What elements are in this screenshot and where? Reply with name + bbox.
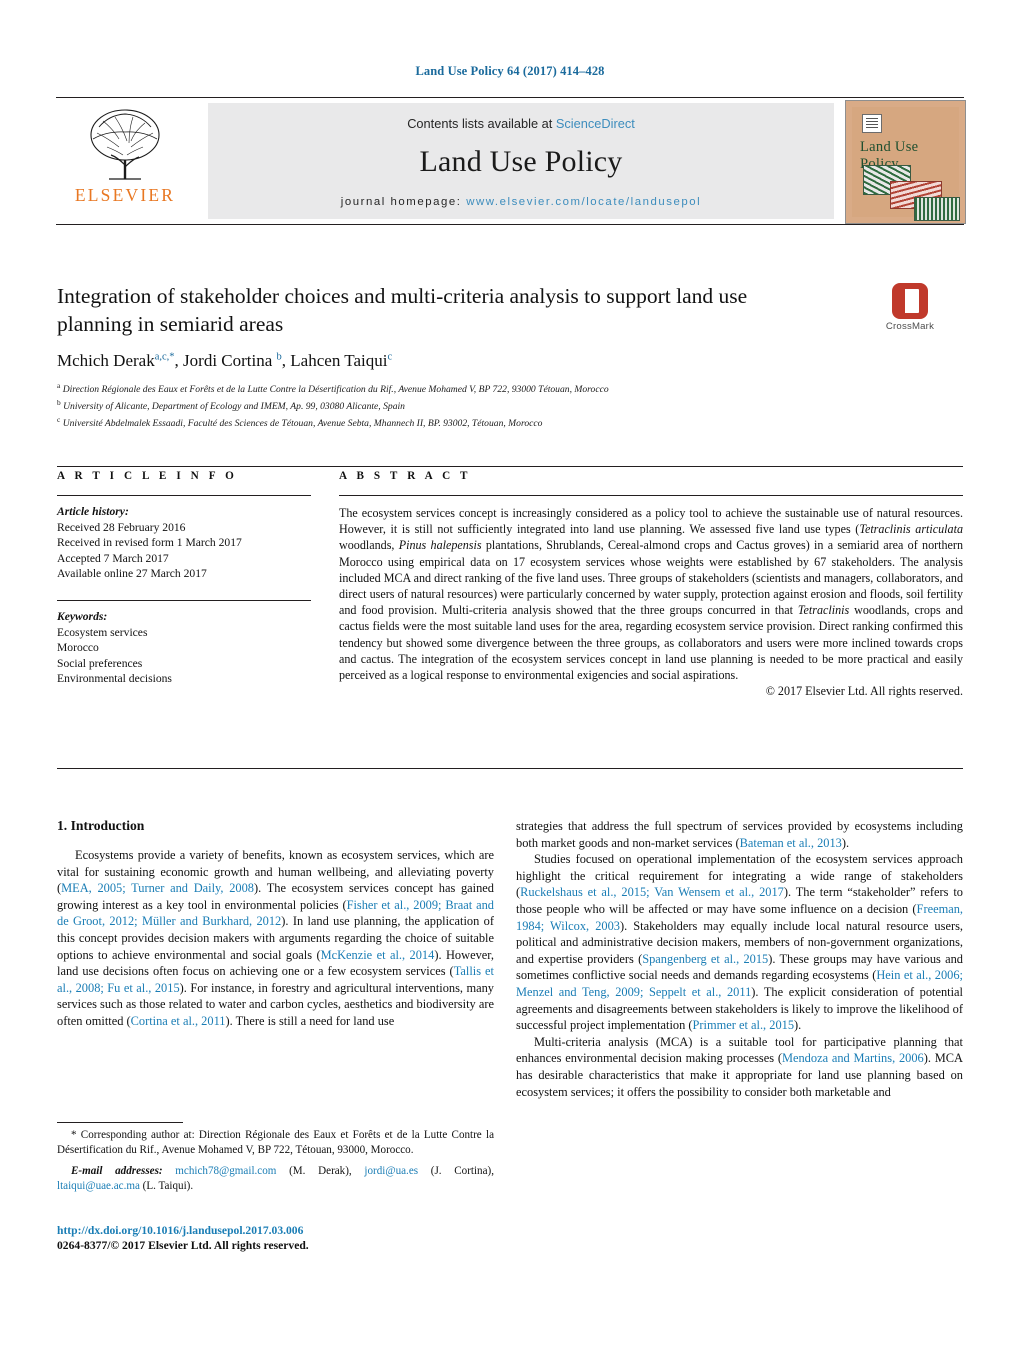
affiliation-text-b: University of Alicante, Department of Ec… — [63, 401, 405, 413]
keyword-3: Environmental decisions — [57, 672, 172, 686]
email-addresses-label: E-mail addresses: — [71, 1165, 163, 1178]
corresponding-author-note: * Corresponding author at: Direction Rég… — [57, 1129, 494, 1156]
keywords-label: Keywords: — [57, 609, 108, 623]
intro-paragraph-1: Ecosystems provide a variety of benefits… — [57, 848, 495, 1028]
abstract-text: The ecosystem services concept is increa… — [339, 506, 964, 683]
elsevier-wordmark: ELSEVIER — [74, 185, 176, 205]
affiliation-list: a Direction Régionale des Eaux et Forêts… — [57, 380, 757, 431]
keyword-1: Morocco — [57, 641, 99, 655]
doi-footer: http://dx.doi.org/10.1016/j.landusepol.2… — [57, 1223, 494, 1253]
keywords-block: Keywords: Ecosystem services Morocco Soc… — [57, 609, 311, 687]
keyword-0: Ecosystem services — [57, 625, 148, 639]
keywords-rule — [57, 599, 311, 601]
elsevier-tree-icon — [90, 109, 160, 180]
crossmark-badge-group[interactable]: CrossMark — [872, 283, 948, 341]
info-top-rule — [57, 466, 963, 467]
abstract-rule — [339, 495, 963, 496]
cover-photo-landscape — [914, 197, 960, 221]
affiliation-c: c Université Abdelmalek Essaadi, Faculté… — [57, 414, 757, 431]
email-addresses-note: E-mail addresses: mchich78@gmail.com (M.… — [57, 1164, 494, 1193]
affiliation-text-c: Université Abdelmalek Essaadi, Faculté d… — [62, 418, 543, 430]
issn-copyright-line: 0264-8377/© 2017 Elsevier Ltd. All right… — [57, 1239, 309, 1252]
homepage-url-link[interactable]: www.elsevier.com/locate/landusepol — [466, 196, 701, 208]
body-column-left: 1. Introduction Ecosystems provide a var… — [57, 818, 494, 1030]
body-top-rule — [57, 768, 963, 769]
article-info-rule — [57, 495, 311, 496]
journal-title: Land Use Policy — [419, 145, 623, 178]
masthead-bottom-rule — [56, 224, 964, 225]
contents-prefix: Contents lists available at — [407, 116, 556, 131]
affiliation-marker-b: b — [57, 397, 61, 407]
history-online: Available online 27 March 2017 — [57, 567, 207, 581]
article-info-section: A R T I C L E I N F O Article history: R… — [57, 470, 311, 687]
abstract-heading: A B S T R A C T — [339, 470, 472, 482]
page-title: Integration of stakeholder choices and m… — [57, 284, 748, 336]
history-received: Received 28 February 2016 — [57, 520, 186, 534]
journal-banner: Contents lists available at ScienceDirec… — [208, 103, 834, 219]
homepage-prefix: journal homepage: — [340, 196, 467, 208]
footnote-block: * Corresponding author at: Direction Rég… — [57, 1128, 494, 1193]
keyword-2: Social preferences — [57, 656, 143, 670]
intro-paragraph-4: Multi-criteria analysis (MCA) is a suita… — [516, 1034, 963, 1099]
history-revised: Received in revised form 1 March 2017 — [57, 536, 242, 550]
affiliation-marker-a: a — [57, 381, 61, 390]
contents-available-line: Contents lists available at ScienceDirec… — [407, 116, 635, 131]
affiliation-text-a: Direction Régionale des Eaux et Forêts e… — [62, 384, 609, 396]
crossmark-icon — [892, 283, 928, 319]
article-info-heading: A R T I C L E I N F O — [57, 470, 238, 482]
history-accepted: Accepted 7 March 2017 — [57, 551, 169, 565]
masthead-top-rule — [56, 97, 964, 98]
journal-masthead: ELSEVIER Contents lists available at Sci… — [56, 97, 966, 225]
footnote-rule — [57, 1122, 183, 1123]
crossmark-label: CrossMark — [885, 321, 935, 332]
article-history-label: Article history: — [57, 505, 129, 518]
doi-link[interactable]: http://dx.doi.org/10.1016/j.landusepol.2… — [57, 1223, 494, 1238]
intro-paragraph-3: Studies focused on operational implement… — [516, 852, 963, 1033]
affiliation-b: b University of Alicante, Department of … — [57, 397, 757, 414]
body-column-right: strategies that address the full spectru… — [516, 818, 963, 1100]
cover-inner: Land Use Policy — [852, 107, 960, 221]
affiliation-a: a Direction Régionale des Eaux et Forêts… — [57, 380, 757, 397]
intro-paragraph-2: strategies that address the full spectru… — [516, 819, 963, 850]
article-history-block: Article history: Received 28 February 20… — [57, 504, 311, 582]
author-list: Mchich Deraka,c,*, Jordi Cortina b, Lahc… — [57, 351, 393, 370]
journal-homepage-line: journal homepage: www.elsevier.com/locat… — [341, 196, 701, 208]
sciencedirect-link[interactable]: ScienceDirect — [556, 116, 635, 131]
affiliation-marker-c: c — [57, 414, 61, 424]
abstract-section: A B S T R A C T The ecosystem services c… — [339, 470, 963, 699]
journal-cover-thumbnail[interactable]: Land Use Policy — [845, 100, 966, 224]
article-page: Land Use Policy 64 (2017) 414–428 ELSEVI… — [0, 0, 1020, 1351]
section-heading-introduction: 1. Introduction — [57, 818, 145, 833]
cover-elsevier-mark-icon — [862, 114, 882, 133]
title-block: Integration of stakeholder choices and m… — [57, 282, 757, 431]
running-head: Land Use Policy 64 (2017) 414–428 — [415, 64, 605, 78]
elsevier-logo: ELSEVIER — [56, 103, 194, 219]
abstract-copyright: © 2017 Elsevier Ltd. All rights reserved… — [765, 684, 963, 699]
